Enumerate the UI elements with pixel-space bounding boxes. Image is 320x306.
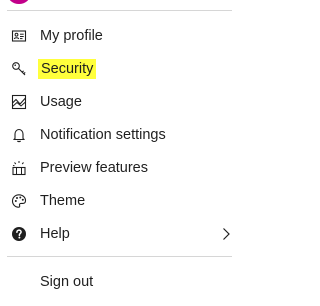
bell-icon [11,127,27,143]
menu-item-security[interactable]: Security [0,52,245,85]
contact-card-icon [11,28,27,44]
menu-item-label: My profile [40,27,103,44]
menu-item-notification-settings[interactable]: Notification settings [0,118,245,151]
menu-item-label: Preview features [40,159,148,176]
menu-item-label: Theme [40,192,86,209]
menu-item-usage[interactable]: Usage [0,85,245,118]
account-menu: My profile Security Usage Notification s… [0,0,265,306]
palette-icon [11,193,27,209]
menu-item-label: Notification settings [40,126,166,143]
help-circle-icon [11,226,27,242]
usage-chart-icon [11,94,27,110]
sign-out-button[interactable]: Sign out [0,265,245,298]
chevron-right-icon [221,227,231,241]
menu-item-label: Help [40,225,70,242]
bottom-divider [7,256,232,257]
top-divider [7,10,232,11]
menu-item-help[interactable]: Help [0,217,245,250]
avatar[interactable] [8,0,30,4]
menu-item-label: Security [38,58,97,79]
sign-out-label: Sign out [40,273,94,290]
menu-item-label: Usage [40,93,82,110]
menu-item-theme[interactable]: Theme [0,184,245,217]
menu-item-my-profile[interactable]: My profile [0,19,245,52]
key-icon [11,61,27,77]
menu-item-preview-features[interactable]: Preview features [0,151,245,184]
preview-features-icon [11,160,27,176]
